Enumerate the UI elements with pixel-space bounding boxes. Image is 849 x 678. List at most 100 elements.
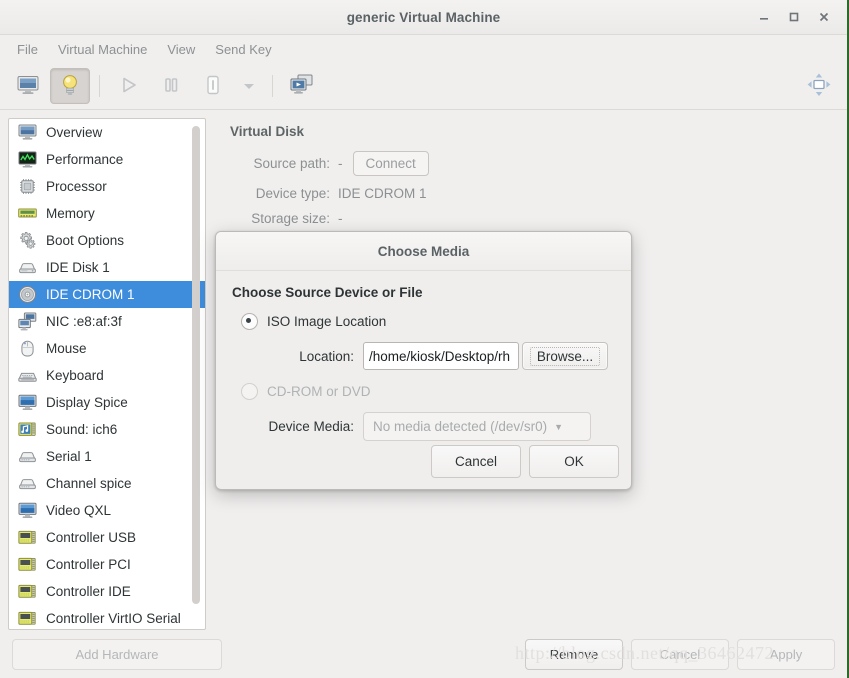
sidebar-item-boot-options[interactable]: Boot Options [9,227,205,254]
dialog-footer: Cancel OK [431,445,619,478]
sidebar-scrollbar[interactable] [192,122,203,626]
serial-icon [18,474,37,493]
sidebar-item-channel-spice[interactable]: Channel spice [9,470,205,497]
apply-button[interactable]: Apply [737,638,835,670]
menu-file[interactable]: File [8,39,47,60]
run-vm-button[interactable] [109,68,149,104]
sidebar-item-label: Memory [46,206,95,221]
device-media-field-row: Device Media: No media detected (/dev/sr… [232,412,615,441]
controller-icon [18,609,37,628]
maximize-icon[interactable] [779,2,809,32]
serial-icon [18,447,37,466]
sidebar-item-video-qxl[interactable]: Video QXL [9,497,205,524]
dialog-body: Choose Source Device or File ISO Image L… [216,271,631,441]
sidebar-item-controller-pci[interactable]: Controller PCI [9,551,205,578]
display-icon [18,393,37,412]
monitor-icon [17,75,39,98]
menu-bar: File Virtual Machine View Send Key [0,35,847,63]
show-details-view-button[interactable] [50,68,90,104]
detail-row-source-path: Source path: - Connect [230,151,827,176]
cancel-button[interactable]: Cancel [631,638,729,670]
pause-icon [161,75,181,98]
close-icon[interactable] [809,2,839,32]
network-icon [18,312,37,331]
shutdown-menu-button[interactable] [235,68,263,104]
sidebar-item-memory[interactable]: Memory [9,200,205,227]
play-icon [119,75,139,98]
sidebar-item-label: Controller VirtIO Serial [46,611,181,626]
sidebar-item-controller-usb[interactable]: Controller USB [9,524,205,551]
iso-image-location-option[interactable]: ISO Image Location [232,313,615,330]
sidebar-item-ide-disk-1[interactable]: IDE Disk 1 [9,254,205,281]
browse-button[interactable]: Browse... [522,342,608,370]
toolbar-separator-2 [272,75,273,97]
menu-virtual-machine[interactable]: Virtual Machine [49,39,156,60]
chevron-down-icon: ▼ [554,421,564,432]
menu-view[interactable]: View [158,39,204,60]
hardware-list-items: Overview Performance Processor Memory Boot O… [9,119,205,629]
harddisk-icon [18,258,37,277]
pause-vm-button[interactable] [151,68,191,104]
menu-send-key[interactable]: Send Key [206,39,280,60]
remove-button[interactable]: Remove [525,638,623,670]
shutdown-vm-button[interactable] [193,68,233,104]
device-media-dropdown[interactable]: No media detected (/dev/sr0) ▼ [363,412,591,441]
sidebar-item-ide-cdrom-1[interactable]: IDE CDROM 1 [9,281,205,308]
detail-row-device-type: Device type: IDE CDROM 1 [230,186,827,201]
dialog-ok-button[interactable]: OK [529,445,619,478]
sidebar-item-label: IDE Disk 1 [46,260,110,275]
snapshots-icon [290,74,314,99]
controller-icon [18,555,37,574]
sidebar-item-sound-ich6[interactable]: Sound: ich6 [9,416,205,443]
sidebar-item-controller-virtio-serial[interactable]: Controller VirtIO Serial [9,605,205,629]
device-type-label: Device type: [255,186,330,201]
sidebar-item-nic-e8-af-3f[interactable]: NIC :e8:af:3f [9,308,205,335]
display-icon [18,501,37,520]
storage-size-label: Storage size: [251,211,330,226]
fullscreen-button[interactable] [799,68,839,104]
sidebar-item-label: Processor [46,179,107,194]
graph-icon [18,150,37,169]
monitor-icon [18,123,37,142]
sidebar-item-serial-1[interactable]: Serial 1 [9,443,205,470]
iso-radio-button[interactable] [241,313,258,330]
sidebar-item-performance[interactable]: Performance [9,146,205,173]
sidebar-item-label: Controller IDE [46,584,131,599]
sidebar-item-label: Mouse [46,341,87,356]
window-controls [749,0,839,34]
expand-icon [806,72,832,101]
gears-icon [18,231,37,250]
sidebar-item-mouse[interactable]: Mouse [9,335,205,362]
cdrom-or-dvd-option[interactable]: CD-ROM or DVD [232,383,615,400]
source-path-value: - [338,156,343,171]
source-path-label: Source path: [253,156,330,171]
sidebar-item-label: Overview [46,125,103,140]
manage-snapshots-button[interactable] [282,68,322,104]
sidebar-item-processor[interactable]: Processor [9,173,205,200]
location-field-row: Location: Browse... [232,342,615,370]
add-hardware-button[interactable]: Add Hardware [12,638,222,670]
show-console-view-button[interactable] [8,68,48,104]
sidebar-item-overview[interactable]: Overview [9,119,205,146]
sidebar-item-label: Boot Options [46,233,125,248]
hardware-list: Overview Performance Processor Memory Boot O… [8,118,206,630]
chevron-down-icon [242,79,256,94]
storage-size-value: - [338,211,343,226]
dialog-cancel-button[interactable]: Cancel [431,445,521,478]
browse-button-label: Browse... [529,346,601,366]
device-media-label: Device Media: [268,419,354,434]
sidebar-item-label: Display Spice [46,395,128,410]
cdrom-radio-button[interactable] [241,383,258,400]
bottom-bar-actions: Remove Cancel Apply [525,638,835,670]
sidebar-item-label: Controller USB [46,530,137,545]
location-input[interactable] [363,342,519,370]
sidebar-item-controller-ide[interactable]: Controller IDE [9,578,205,605]
sidebar-scrollbar-thumb[interactable] [192,126,200,604]
connect-button[interactable]: Connect [352,151,429,176]
sidebar-item-keyboard[interactable]: Keyboard [9,362,205,389]
minimize-icon[interactable] [749,2,779,32]
sidebar-item-display-spice[interactable]: Display Spice [9,389,205,416]
device-type-value: IDE CDROM 1 [338,186,427,201]
sidebar-item-label: Controller PCI [46,557,131,572]
toolbar [0,63,847,110]
